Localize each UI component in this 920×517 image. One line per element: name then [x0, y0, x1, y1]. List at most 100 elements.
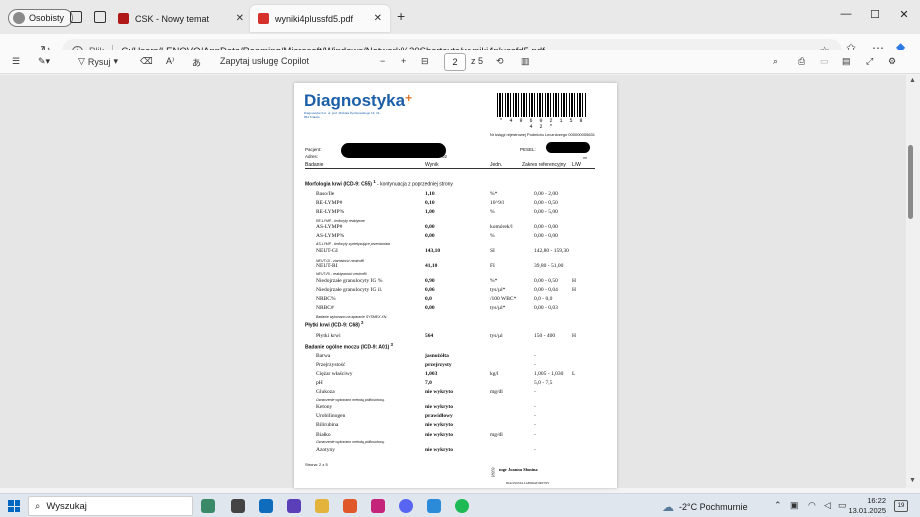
copilot-button[interactable]: Zapytaj usługę Copilot: [220, 56, 309, 66]
maximize-button[interactable]: ☐: [863, 8, 887, 21]
draw-button[interactable]: ▽ Rysuj ▾: [78, 56, 118, 67]
fit-page-icon[interactable]: ⊟: [421, 56, 429, 67]
result-value: 1,10: [425, 191, 435, 197]
contents-icon[interactable]: ☰: [12, 56, 20, 67]
close-tab-icon[interactable]: ✕: [236, 13, 244, 24]
search-icon[interactable]: ⌕: [773, 56, 778, 67]
test-name: Bilirubina: [316, 422, 339, 428]
scrollbar-thumb[interactable]: [908, 145, 913, 219]
minimize-button[interactable]: —: [834, 8, 858, 20]
battery-icon[interactable]: ▭: [838, 500, 847, 511]
tab-title: CSK - Nowy temat: [135, 13, 210, 24]
tab-csk[interactable]: CSK - Nowy temat ✕: [110, 5, 252, 32]
reference-range: 150 - 400: [534, 333, 556, 339]
unit: %: [490, 209, 495, 215]
app-icon[interactable]: [287, 499, 301, 513]
table-row: Barwa jasnożółta -: [294, 353, 617, 362]
reference-range: -: [534, 389, 536, 395]
test-name: NRBC#: [316, 305, 334, 311]
unit: tys/µl*: [490, 287, 506, 293]
windows-start-icon[interactable]: [8, 500, 20, 512]
highlight-icon[interactable]: ✎▾: [38, 56, 50, 67]
scroll-up-icon[interactable]: ▲: [909, 77, 916, 84]
zoom-out-icon[interactable]: −: [380, 56, 385, 66]
save-as-icon[interactable]: ▤: [842, 56, 851, 67]
table-row: Azotyny nie wykryto -: [294, 447, 617, 456]
save-icon[interactable]: ▭: [820, 56, 829, 67]
test-name: AS-LYMP#: [316, 224, 343, 230]
wifi-icon[interactable]: ◠: [808, 500, 816, 511]
fullscreen-icon[interactable]: ⤢: [866, 56, 873, 67]
zoom-in-icon[interactable]: +: [401, 56, 406, 66]
close-tab-icon[interactable]: ✕: [374, 13, 382, 24]
table-row: RE-LYMP% 1,00% 0,00 - 5,00: [294, 209, 617, 218]
unit: mg/dl: [490, 389, 503, 395]
unit: %*: [490, 278, 498, 284]
app-tray-icon[interactable]: ▣: [790, 500, 799, 511]
reference-range: 0,00 - 0,50: [534, 278, 558, 284]
eraser-icon[interactable]: ⌫: [140, 56, 153, 67]
new-tab-button[interactable]: +: [397, 8, 405, 24]
page-view-icon[interactable]: ▥: [521, 56, 530, 67]
result-value: nie wykryto: [425, 404, 453, 410]
search-icon: ⌕: [35, 500, 41, 512]
signature-title: DIAGNOSTA LABORATORYJNY: [506, 481, 550, 485]
close-window-button[interactable]: ✕: [892, 8, 916, 21]
logo-subtitle: Diagnostyka S.A. ul. prof. Michała Życzk…: [304, 111, 381, 119]
app-icon[interactable]: [371, 499, 385, 513]
tab-pdf[interactable]: wyniki4plussfd5.pdf ✕: [250, 5, 390, 32]
edge-icon[interactable]: [427, 499, 441, 513]
settings-gear-icon[interactable]: ⚙: [888, 56, 896, 67]
clock[interactable]: 16:22 13.01.2025: [848, 496, 886, 516]
flag: H: [572, 287, 576, 293]
tab-actions-icon[interactable]: [94, 11, 106, 23]
flag: H: [572, 333, 576, 339]
reference-range: 0,00 - 0,50: [534, 200, 558, 206]
scroll-down-icon[interactable]: ▼: [909, 477, 916, 484]
read-aloud-icon[interactable]: A⁾: [166, 56, 174, 67]
table-row: NEUT-GI 143,10 SI 142,80 - 159,30: [294, 248, 617, 257]
discord-icon[interactable]: [399, 499, 413, 513]
reference-range: -: [534, 432, 536, 438]
reference-range: 0,0 - 0,0: [534, 296, 553, 302]
chevron-up-icon[interactable]: ⌃: [774, 500, 782, 511]
result-value: 143,10: [425, 248, 441, 254]
brave-icon[interactable]: [343, 499, 357, 513]
print-icon[interactable]: ⎙: [798, 56, 805, 67]
scrollbar[interactable]: ▲ ▼: [906, 75, 920, 488]
file-explorer-icon[interactable]: [315, 499, 329, 513]
csk-favicon: [118, 13, 129, 24]
workspaces-icon[interactable]: [70, 11, 82, 23]
weather-widget[interactable]: ☁ -2°C Pochmurnie: [662, 500, 748, 514]
reference-range: 5,0 - 7,5: [534, 380, 553, 386]
test-name: Niedojrzałe granulocyty IG %: [316, 278, 383, 284]
table-row: AS-LYMP% 0,00% 0,00 - 0,00: [294, 233, 617, 242]
taskbar-search[interactable]: ⌕ Wyszukaj: [28, 496, 193, 516]
widget-icon[interactable]: [201, 499, 215, 513]
test-name: Płytki krwi: [316, 333, 341, 339]
speaker-icon[interactable]: ◁: [824, 500, 831, 511]
result-value: jasnożółta: [425, 353, 449, 359]
result-value: 1,003: [425, 371, 438, 377]
section-title: Badanie ogólne moczu (ICD-9: A01) 3: [305, 342, 393, 351]
reference-range: 0,00 - 0,00: [534, 224, 558, 230]
profile-button[interactable]: Osobisty: [8, 9, 74, 27]
unit: /100 WBC*: [490, 296, 517, 302]
result-value: 0,00: [425, 224, 435, 230]
result-value: nie wykryto: [425, 447, 453, 453]
search-label: Wyszukaj: [46, 500, 87, 512]
task-view-icon[interactable]: [231, 499, 245, 513]
spotify-icon[interactable]: [455, 499, 469, 513]
result-value: 7,0: [425, 380, 432, 386]
draw-icon: ▽: [78, 56, 85, 66]
page-number-input[interactable]: 2: [444, 53, 466, 71]
rotate-icon[interactable]: ⟲: [496, 56, 504, 67]
translate-icon[interactable]: あ: [192, 56, 201, 69]
unit: %*: [490, 191, 498, 197]
notifications-icon[interactable]: 19: [894, 500, 908, 512]
unit: %: [490, 233, 495, 239]
signature-name: mgr Joanna Słonina: [499, 467, 538, 472]
test-name: Azotyny: [316, 447, 335, 453]
outlook-icon[interactable]: [259, 499, 273, 513]
patient-label: Pacjent:: [305, 147, 322, 152]
